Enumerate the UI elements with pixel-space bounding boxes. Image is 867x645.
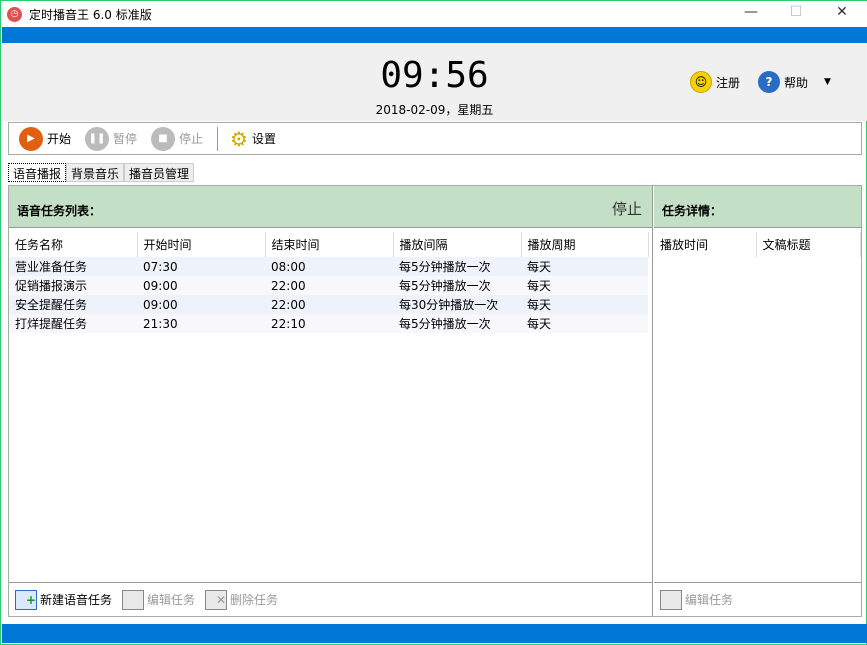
gear-icon: ⚙: [230, 126, 248, 151]
task-detail-header: 任务详情：: [654, 186, 861, 228]
toolbar: ▶ 开始 ❚❚ 暂停 ■ 停止 ⚙ 设置: [8, 122, 862, 155]
cell: 每天: [521, 257, 648, 276]
close-button[interactable]: ✕: [827, 4, 857, 24]
stop-button[interactable]: ■ 停止: [151, 126, 204, 151]
task-list-header: 语音任务列表： 停止: [9, 186, 652, 228]
pause-icon: ❚❚: [85, 126, 110, 151]
pause-button[interactable]: ❚❚ 暂停: [85, 126, 138, 151]
start-label: 开始: [47, 132, 72, 146]
title-bar: ◷ 定时播音王 6.0 标准版 — ☐ ✕: [1, 0, 867, 27]
col-cycle[interactable]: 播放周期: [521, 232, 649, 257]
col-name[interactable]: 任务名称: [9, 232, 138, 257]
add-icon: +: [15, 589, 37, 610]
maximize-button[interactable]: ☐: [781, 4, 811, 24]
stop-icon: ■: [151, 126, 176, 151]
table-row[interactable]: 营业准备任务 07:30 08:00 每5分钟播放一次 每天: [9, 257, 648, 276]
delete-task-button[interactable]: ✕ 删除任务: [205, 589, 279, 610]
window-title: 定时播音王 6.0 标准版: [29, 8, 152, 22]
cell: 07:30: [137, 257, 265, 276]
cell: 每5分钟播放一次: [393, 314, 521, 333]
top-accent-bar: [2, 27, 867, 43]
minimize-button[interactable]: —: [736, 4, 766, 24]
edit-icon: [660, 589, 682, 610]
edit-task-button[interactable]: 编辑任务: [122, 589, 196, 610]
cell: 营业准备任务: [9, 257, 137, 276]
tab-announcers[interactable]: 播音员管理: [124, 163, 195, 182]
smiley-icon: ☺: [690, 71, 712, 93]
status-text: 停止: [611, 200, 642, 218]
col-play-time[interactable]: 播放时间: [654, 232, 757, 257]
detail-table: 播放时间 文稿标题: [654, 232, 861, 257]
task-detail-footer: 编辑任务: [654, 582, 861, 616]
edit-detail-button[interactable]: 编辑任务: [660, 589, 734, 610]
toolbar-divider: [217, 126, 219, 151]
app-window: ◷ 定时播音王 6.0 标准版 — ☐ ✕ 09:56 2018-02-09，星…: [0, 0, 867, 645]
cell: 每天: [521, 314, 648, 333]
register-button[interactable]: ☺ 注册: [690, 71, 740, 93]
new-task-label: 新建语音任务: [40, 593, 113, 607]
edit-task-label: 编辑任务: [147, 593, 196, 607]
cell: 每5分钟播放一次: [393, 257, 521, 276]
play-icon: ▶: [19, 126, 43, 151]
app-icon: ◷: [7, 7, 22, 22]
clock-header: 09:56 2018-02-09，星期五 ☺ 注册 ? 帮助 ▼: [2, 43, 867, 121]
pause-label: 暂停: [113, 132, 138, 146]
table-row[interactable]: 促销播报演示 09:00 22:00 每5分钟播放一次 每天: [9, 276, 648, 295]
tab-music[interactable]: 背景音乐: [66, 163, 125, 182]
cell: 21:30: [137, 314, 265, 333]
task-detail-title: 任务详情：: [662, 204, 723, 218]
table-row[interactable]: 安全提醒任务 09:00 22:00 每30分钟播放一次 每天: [9, 295, 648, 314]
cell: 09:00: [137, 276, 265, 295]
chevron-down-icon[interactable]: ▼: [824, 77, 831, 87]
cell: 每5分钟播放一次: [393, 276, 521, 295]
task-list-title: 语音任务列表：: [17, 204, 102, 218]
main-panel: 语音任务列表： 停止 任务名称 开始时间 结束时间 播放间隔 播放周期 营业准备任…: [8, 185, 862, 617]
start-button[interactable]: ▶ 开始: [19, 126, 72, 151]
cell: 打烊提醒任务: [9, 314, 137, 333]
settings-button[interactable]: ⚙ 设置: [230, 127, 276, 151]
stop-label: 停止: [179, 132, 204, 146]
cell: 安全提醒任务: [9, 295, 137, 314]
col-start[interactable]: 开始时间: [137, 232, 266, 257]
cell: 08:00: [265, 257, 393, 276]
cell: 22:10: [265, 314, 393, 333]
table-header: 播放时间 文稿标题: [654, 232, 861, 257]
tab-voice[interactable]: 语音播报: [8, 163, 67, 182]
col-interval[interactable]: 播放间隔: [393, 232, 522, 257]
task-detail-panel: 任务详情： 播放时间 文稿标题 编辑任务: [654, 186, 861, 616]
table-row[interactable]: 打烊提醒任务 21:30 22:10 每5分钟播放一次 每天: [9, 314, 648, 333]
tab-bar: 语音播报 背景音乐 播音员管理: [8, 163, 195, 182]
col-doc-title[interactable]: 文稿标题: [756, 232, 861, 257]
col-end[interactable]: 结束时间: [265, 232, 394, 257]
new-task-button[interactable]: + 新建语音任务: [15, 589, 113, 610]
cell: 22:00: [265, 295, 393, 314]
cell: 每天: [521, 295, 648, 314]
cell: 每天: [521, 276, 648, 295]
cell: 每30分钟播放一次: [393, 295, 521, 314]
cell: 促销播报演示: [9, 276, 137, 295]
register-label: 注册: [716, 75, 741, 90]
edit-icon: [122, 589, 145, 610]
settings-label: 设置: [251, 132, 276, 146]
delete-task-label: 删除任务: [230, 593, 279, 607]
help-icon: ?: [758, 71, 780, 93]
status-bar: [2, 624, 867, 643]
help-button[interactable]: ? 帮助 ▼: [758, 71, 831, 93]
date: 2018-02-09，星期五: [375, 103, 494, 117]
delete-icon: ✕: [205, 589, 228, 610]
cell: 09:00: [137, 295, 265, 314]
task-table: 任务名称 开始时间 结束时间 播放间隔 播放周期 营业准备任务 07:30 08:0…: [9, 232, 649, 333]
table-header: 任务名称 开始时间 结束时间 播放间隔 播放周期: [9, 232, 649, 257]
task-list-footer: + 新建语音任务 编辑任务 ✕ 删除任务: [9, 582, 652, 616]
task-list-panel: 语音任务列表： 停止 任务名称 开始时间 结束时间 播放间隔 播放周期 营业准备任…: [9, 186, 653, 616]
help-label: 帮助: [784, 75, 809, 90]
edit-detail-label: 编辑任务: [685, 593, 734, 607]
cell: 22:00: [265, 276, 393, 295]
